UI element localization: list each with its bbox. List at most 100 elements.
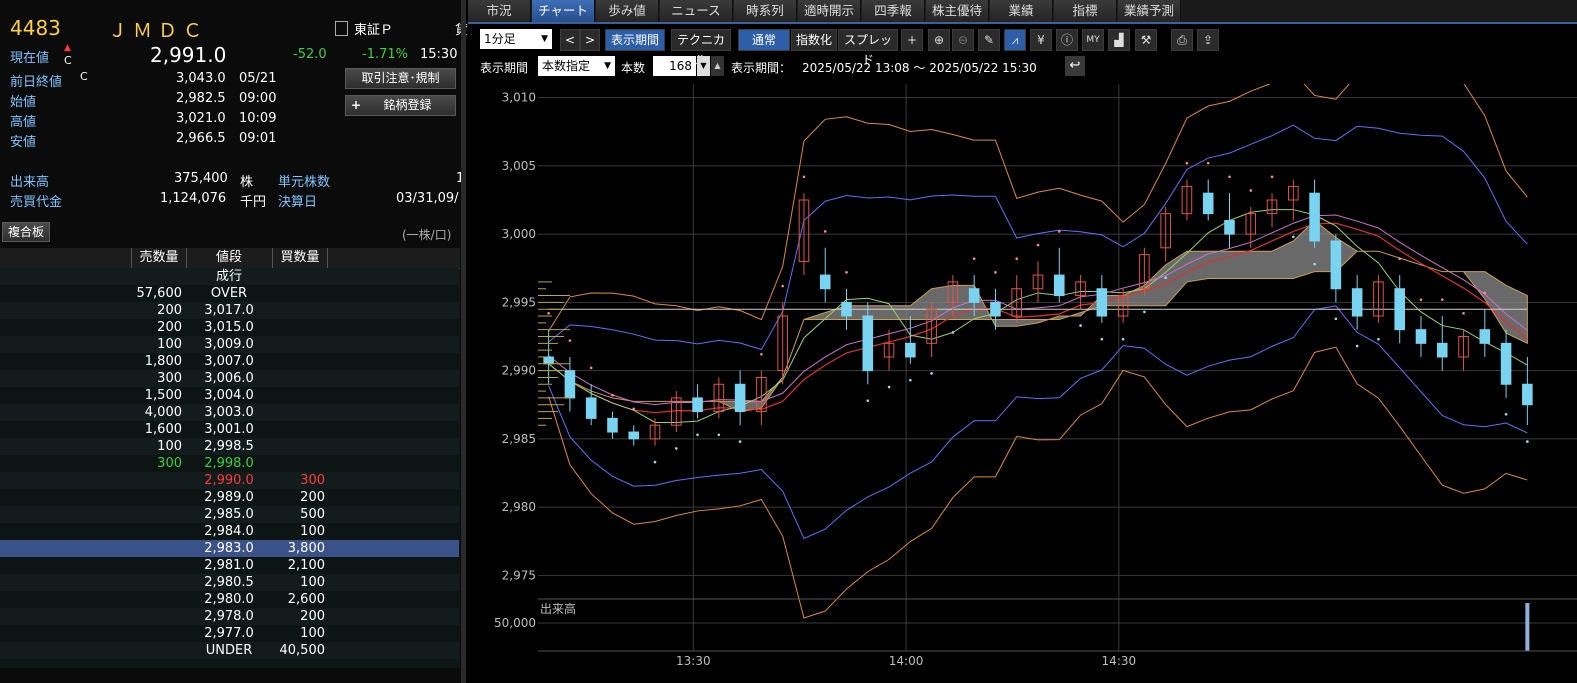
tab-8[interactable]: 株主優待 [926,0,989,22]
panel-divider[interactable] [461,0,466,683]
prev-button[interactable]: < [560,29,580,51]
doc-icon[interactable] [335,21,348,36]
sar-dot [547,311,550,315]
board-row[interactable]: 2,981.0 2,100 [0,557,459,574]
tab-11[interactable]: 業績予測 [1118,0,1181,22]
board-row[interactable]: 2,980.5 100 [0,574,459,591]
board-row[interactable]: 2,984.0 100 [0,523,459,540]
period-mode-select[interactable]: 本数指定 ▼ [538,56,615,76]
zoom-in-icon[interactable]: ⊕ [928,29,950,51]
count-up-icon[interactable]: ▲ [711,56,724,76]
board-price: 2,980.0 [204,592,254,607]
my-indicator-icon[interactable]: MY [1082,29,1104,51]
board-sell-qty: 1,500 [144,388,182,403]
volume-value: 375,400 [174,171,228,186]
board-row[interactable]: 200 3,015.0 [0,319,459,336]
register-button[interactable]: + 銘柄登録 [345,95,456,116]
tab-1[interactable]: 市況 [468,0,531,22]
count-down-icon[interactable]: ▼ [697,56,710,76]
chart-type-icon[interactable]: ⩘ [1004,29,1026,51]
info-icon[interactable]: ⓘ [1056,29,1078,51]
spread-button[interactable]: スプレッド [838,29,898,67]
board-row[interactable]: 2,977.0 100 [0,625,459,642]
tab-7[interactable]: 四季報 [862,0,925,22]
tab-3[interactable]: 歩み値 [596,0,659,22]
quote-time: 15:30 [420,47,458,62]
technical-button[interactable]: テクニカル [671,29,731,67]
board-row[interactable]: 2,985.0 500 [0,506,459,523]
reset-icon[interactable]: ↩ [1065,56,1085,76]
combined-board-button[interactable]: 複合板 [2,222,50,242]
board-row[interactable]: 1,600 3,001.0 [0,421,459,438]
header-price: 値段 [186,248,273,268]
board-sell-qty: 57,600 [136,286,183,301]
tab-10[interactable]: 指標 [1054,0,1117,22]
quote-panel: 4483 ＪＭＤＣ 東証Ｐ 貸 現在値 ▲ C 2,991.0 -52.0 -1… [0,0,468,683]
sar-dot [696,433,699,437]
board-price: 2,978.0 [204,609,254,624]
zoom-out-icon[interactable]: ⊖ [952,29,974,51]
board-row[interactable]: 200 3,017.0 [0,302,459,319]
volume-profile-icon[interactable]: ▟ [1108,29,1130,51]
board-row[interactable]: 2,980.0 2,600 [0,591,459,608]
tab-4[interactable]: ニュース [660,0,733,22]
low-time: 09:01 [239,131,277,146]
board-row[interactable]: 2,983.0 3,800 [0,540,459,557]
tab-9[interactable]: 業績 [990,0,1053,22]
sar-dot [1526,440,1529,443]
export-icon[interactable]: ⇪ [1197,29,1219,51]
caution-button[interactable]: 取引注意･規制 [345,68,456,89]
board-row[interactable]: 300 2,998.0 [0,455,459,472]
wrench-icon[interactable]: ⚒ [1135,29,1157,51]
sar-dot [568,339,572,342]
print-icon[interactable]: ⎙ [1171,29,1193,51]
count-value: 168 [669,59,692,73]
board-buy-qty: 40,500 [279,643,326,658]
sar-dot [738,440,742,443]
board-row[interactable]: 100 2,998.5 [0,438,459,455]
tab-2[interactable]: チャート [532,0,595,22]
stock-name: ＪＭＤＣ [108,20,209,42]
yen-icon[interactable]: ¥ [1030,29,1052,51]
normal-button[interactable]: 通常 [738,29,790,51]
sar-dot [930,372,933,375]
sar-dot [1440,298,1444,301]
sar-dot [1504,412,1508,416]
chart-background [468,84,1577,683]
interval-select[interactable]: 1分足 ▼ [480,29,552,49]
board-row[interactable]: 57,600 OVER [0,285,459,302]
open-label: 始値 [10,95,37,110]
tab-underline [468,22,1577,24]
board-price: UNDER [205,643,253,658]
display-period-button[interactable]: 表示期間 [605,29,665,51]
board-row[interactable]: 100 3,009.0 [0,336,459,353]
sar-dot [1228,175,1231,179]
candle-body [819,274,831,290]
board-buy-qty: 100 [300,575,325,590]
board-row[interactable]: UNDER 40,500 [0,642,459,659]
tab-5[interactable]: 時系列 [734,0,797,22]
price-chart[interactable]: 3,010 3,005 3,000 2,995 2,990 2,985 2,980 2,975… [468,84,1577,683]
next-button[interactable]: > [580,29,600,51]
crosshair-icon[interactable]: + [901,29,923,51]
y-tick-label: 2,995 [502,295,536,309]
board-sell-qty: 300 [157,371,182,386]
sar-dot [994,271,997,274]
count-input[interactable]: 168 [653,56,696,76]
board-row[interactable]: 300 3,006.0 [0,370,459,387]
header-buy-qty: 買数量 [273,248,328,268]
board-price: 3,017.0 [204,303,254,318]
board-row[interactable]: 2,978.0 200 [0,608,459,625]
sar-dot [1398,257,1402,261]
board-row[interactable]: 2,990.0 300 [0,472,459,489]
board-row[interactable]: 1,500 3,004.0 [0,387,459,404]
board-row[interactable]: 4,000 3,003.0 [0,404,459,421]
board-row[interactable]: 2,989.0 200 [0,489,459,506]
indexed-button[interactable]: 指数化 [791,29,837,51]
tab-6[interactable]: 適時開示 [798,0,861,22]
sar-dot [1377,337,1380,341]
board-row[interactable]: 1,800 3,007.0 [0,353,459,370]
sar-dot [1057,230,1061,233]
pen-icon[interactable]: ✎ [978,29,1000,51]
board-row[interactable]: 成行 [0,268,459,285]
